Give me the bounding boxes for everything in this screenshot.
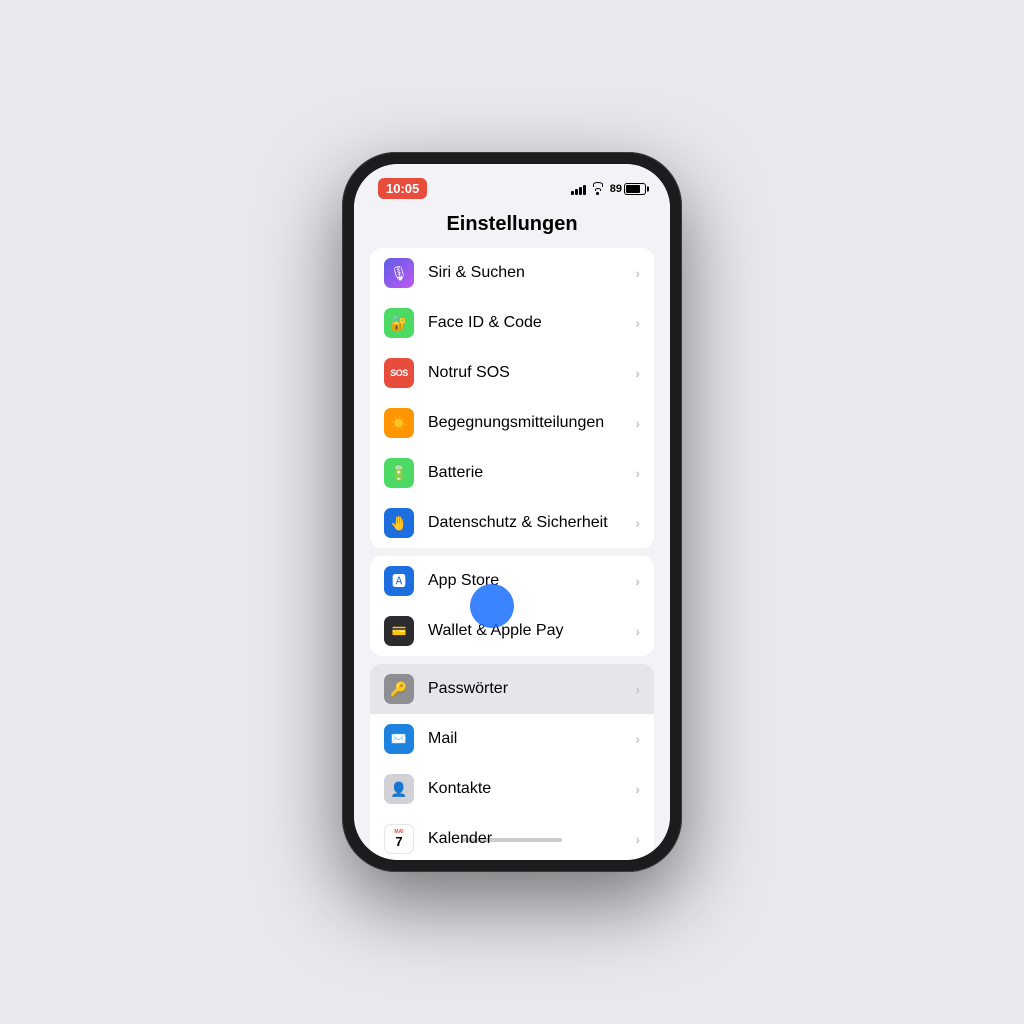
signal-bar-3 — [579, 187, 582, 195]
privacy-chevron: › — [635, 515, 640, 531]
settings-row-battery[interactable]: 🔋 Batterie › — [370, 448, 654, 498]
wallet-chevron: › — [635, 623, 640, 639]
appstore-label: App Store — [428, 572, 629, 590]
battery-body — [624, 183, 646, 195]
siri-icon: 🎙 — [384, 258, 414, 288]
battery-percentage: 89 — [610, 183, 622, 195]
section-group-2: 🅰 App Store › 💳 Wallet & Apple Pay › — [354, 556, 670, 656]
passwords-chevron: › — [635, 681, 640, 697]
signal-bar-1 — [571, 191, 574, 195]
settings-content[interactable]: 🎙 Siri & Suchen › 🔐 Face ID & Code › — [354, 248, 670, 860]
mail-chevron: › — [635, 731, 640, 747]
signal-bar-2 — [575, 189, 578, 195]
settings-row-sos[interactable]: SOS Notruf SOS › — [370, 348, 654, 398]
exposure-icon: ☀️ — [384, 408, 414, 438]
siri-chevron: › — [635, 265, 640, 281]
calendar-icon: MAI 7 — [384, 824, 414, 854]
appstore-icon: 🅰 — [384, 566, 414, 596]
sos-chevron: › — [635, 365, 640, 381]
battery-label: Batterie — [428, 464, 629, 482]
status-icons: 89 — [571, 183, 646, 195]
sos-label: Notruf SOS — [428, 364, 629, 382]
privacy-label: Datenschutz & Sicherheit — [428, 514, 629, 532]
section-inner-1: 🎙 Siri & Suchen › 🔐 Face ID & Code › — [370, 248, 654, 548]
contacts-label: Kontakte — [428, 780, 629, 798]
section-inner-3: 🔑 Passwörter › ✉️ Mail › — [370, 664, 654, 860]
faceid-label: Face ID & Code — [428, 314, 629, 332]
wallet-icon: 💳 — [384, 616, 414, 646]
wallet-label: Wallet & Apple Pay — [428, 622, 629, 640]
contacts-icon: 👤 — [384, 774, 414, 804]
page-title: Einstellungen — [354, 205, 670, 248]
passwords-label: Passwörter — [428, 680, 629, 698]
contacts-chevron: › — [635, 781, 640, 797]
settings-row-exposure[interactable]: ☀️ Begegnungsmitteilungen › — [370, 398, 654, 448]
mail-label: Mail — [428, 730, 629, 748]
exposure-label: Begegnungsmitteilungen — [428, 414, 629, 432]
status-time: 10:05 — [378, 178, 427, 199]
faceid-icon: 🔐 — [384, 308, 414, 338]
settings-row-passwords[interactable]: 🔑 Passwörter › — [370, 664, 654, 714]
phone-device: 10:05 89 — [342, 152, 682, 872]
settings-row-contacts[interactable]: 👤 Kontakte › — [370, 764, 654, 814]
settings-row-mail[interactable]: ✉️ Mail › — [370, 714, 654, 764]
settings-row-appstore[interactable]: 🅰 App Store › — [370, 556, 654, 606]
battery-chevron: › — [635, 465, 640, 481]
phone-screen: 10:05 89 — [354, 164, 670, 860]
status-bar: 10:05 89 — [354, 164, 670, 205]
siri-label: Siri & Suchen — [428, 264, 629, 282]
battery-icon: 🔋 — [384, 458, 414, 488]
sos-icon: SOS — [384, 358, 414, 388]
signal-bar-4 — [583, 185, 586, 195]
settings-row-privacy[interactable]: 🤚 Datenschutz & Sicherheit › — [370, 498, 654, 548]
battery-fill — [626, 185, 640, 193]
passwords-icon: 🔑 — [384, 674, 414, 704]
settings-row-calendar[interactable]: MAI 7 Kalender › — [370, 814, 654, 860]
section-group-1: 🎙 Siri & Suchen › 🔐 Face ID & Code › — [354, 248, 670, 548]
settings-row-siri[interactable]: 🎙 Siri & Suchen › — [370, 248, 654, 298]
privacy-icon: 🤚 — [384, 508, 414, 538]
settings-row-faceid[interactable]: 🔐 Face ID & Code › — [370, 298, 654, 348]
appstore-chevron: › — [635, 573, 640, 589]
mail-icon: ✉️ — [384, 724, 414, 754]
exposure-chevron: › — [635, 415, 640, 431]
wifi-icon — [591, 183, 605, 195]
battery-indicator: 89 — [610, 183, 646, 195]
home-indicator — [462, 838, 562, 842]
section-group-3: 🔑 Passwörter › ✉️ Mail › — [354, 664, 670, 860]
settings-row-wallet[interactable]: 💳 Wallet & Apple Pay › — [370, 606, 654, 656]
calendar-chevron: › — [635, 831, 640, 847]
section-inner-2: 🅰 App Store › 💳 Wallet & Apple Pay › — [370, 556, 654, 656]
signal-icon — [571, 183, 586, 195]
faceid-chevron: › — [635, 315, 640, 331]
